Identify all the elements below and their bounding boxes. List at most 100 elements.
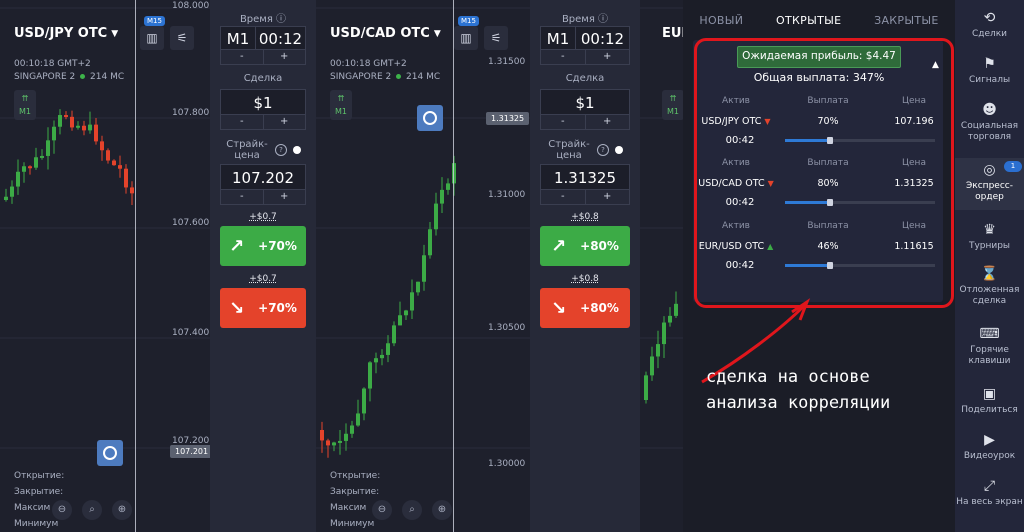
help-icon[interactable]: ? <box>275 144 287 156</box>
chart-usdjpy[interactable]: USD/JPY OTC ▼ ▥ ⚟ M15 00:10:18 GMT+2 SING… <box>0 0 210 532</box>
candle <box>368 362 372 389</box>
symbol-selector[interactable]: USD/CAD OTC ▼ <box>330 26 441 41</box>
trade-marker-icon[interactable] <box>417 105 443 131</box>
right-sidebar: ⟲ Сделки ⚑ Сигналы ☻ Социальная торговля ◎ Э… <box>955 0 1024 532</box>
orders-tabs: НОВЫЙ ОТКРЫТЫЕ ЗАКРЫТЫЕ <box>683 0 955 40</box>
search-icon[interactable]: ⌕ <box>402 500 422 520</box>
current-price-tag: 1.31325 <box>486 112 530 125</box>
trophy-icon: ♛ <box>983 222 996 238</box>
settings-sliders-icon[interactable]: ⚟ <box>484 26 508 50</box>
candle <box>94 124 98 142</box>
timeframe-button[interactable]: ⇈ M1 <box>662 90 683 120</box>
time-input[interactable]: M1 00:12 <box>540 26 630 50</box>
candle <box>40 155 44 158</box>
candle <box>28 166 32 169</box>
strike-minus-button[interactable]: - <box>541 190 586 204</box>
candle <box>106 150 110 161</box>
up-profit: +$0.8 <box>571 212 599 222</box>
amount-plus-button[interactable]: + <box>586 115 630 129</box>
settings-sliders-icon[interactable]: ⚟ <box>170 26 194 50</box>
candle <box>650 356 654 376</box>
server-name: SINGAPORE 2 <box>14 72 76 82</box>
candle <box>46 140 50 156</box>
ping: 214 MC <box>406 72 441 82</box>
chart-eurusd-candles <box>640 7 683 449</box>
sidebar-item-hotkeys[interactable]: ⌨ Горячие клавиши <box>955 326 1024 367</box>
y-tick: 108.000 <box>172 1 210 11</box>
arrow-down-right-icon: ↘ <box>551 297 567 319</box>
down-profit: +$0.7 <box>249 274 277 284</box>
zoom-in-icon[interactable]: ⊕ <box>432 500 452 520</box>
candle <box>58 115 62 127</box>
server-time: 00:10:18 GMT+2 <box>14 59 91 69</box>
amount-plus-button[interactable]: + <box>264 115 306 129</box>
help-icon[interactable]: ⓘ <box>276 14 286 25</box>
time-minus-button[interactable]: - <box>221 50 264 64</box>
symbol-selector[interactable]: USD/JPY OTC ▼ <box>14 26 118 41</box>
sell-down-button[interactable]: ↘ +80% <box>540 288 630 328</box>
history-icon: ⟲ <box>983 10 996 26</box>
sidebar-item-signals[interactable]: ⚑ Сигналы <box>955 56 1024 86</box>
time-plus-button[interactable]: + <box>264 50 306 64</box>
m15-badge: M15 <box>144 16 165 26</box>
sidebar-item-video[interactable]: ▶ Видеоурок <box>955 432 1024 462</box>
help-icon[interactable]: ⓘ <box>598 14 608 25</box>
y-tick: 1.30000 <box>488 459 526 469</box>
candle <box>22 166 26 172</box>
candle <box>82 125 86 131</box>
candle <box>422 255 426 282</box>
sidebar-item-tournaments[interactable]: ♛ Турниры <box>955 222 1024 252</box>
timeframe-button[interactable]: ⇈ M1 <box>14 90 36 120</box>
strike-plus-button[interactable]: + <box>586 190 630 204</box>
candle <box>350 425 354 434</box>
tab-closed[interactable]: ЗАКРЫТЫЕ <box>874 14 939 27</box>
arrow-up-right-icon: ↗ <box>551 235 567 257</box>
strike-minus-button[interactable]: - <box>221 190 264 204</box>
chart-type-icon[interactable]: ▥ <box>454 26 478 50</box>
candle <box>662 322 666 345</box>
zoom-controls: ⊖ ⌕ ⊕ <box>52 500 132 520</box>
time-minus-button[interactable]: - <box>541 50 586 64</box>
sidebar-item-deals[interactable]: ⟲ Сделки <box>955 10 1024 40</box>
chart-usdcad[interactable]: USD/CAD OTC ▼ ▥ ⚟ M15 00:10:18 GMT+2 SING… <box>316 0 530 532</box>
amount-minus-button[interactable]: - <box>221 115 264 129</box>
sidebar-item-social[interactable]: ☻ Социальная торговля <box>955 102 1024 143</box>
strike-plus-button[interactable]: + <box>264 190 306 204</box>
tab-open[interactable]: ОТКРЫТЫЕ <box>776 14 841 27</box>
deal-amount-input[interactable]: $1 <box>220 89 306 115</box>
time-plus-button[interactable]: + <box>586 50 630 64</box>
sidebar-item-pending[interactable]: ⌛ Отложенная сделка <box>955 266 1024 307</box>
candle <box>52 126 56 141</box>
strike-row: Страйк-цена? <box>210 138 316 162</box>
sidebar-item-fullscreen[interactable]: ⤢ На весь экран <box>955 478 1024 508</box>
zoom-out-icon[interactable]: ⊖ <box>52 500 72 520</box>
amount-minus-button[interactable]: - <box>541 115 586 129</box>
up-profit: +$0.7 <box>249 212 277 222</box>
sell-down-button[interactable]: ↘ +70% <box>220 288 306 328</box>
time-input[interactable]: M1 00:12 <box>220 26 306 50</box>
zoom-in-icon[interactable]: ⊕ <box>112 500 132 520</box>
candle <box>668 315 672 323</box>
buy-up-button[interactable]: ↗ +70% <box>220 226 306 266</box>
candle <box>124 168 128 188</box>
candle <box>410 292 414 311</box>
y-tick: 107.800 <box>172 108 210 118</box>
strike-price-input[interactable]: 107.202 <box>220 164 306 190</box>
chart-type-icon[interactable]: ▥ <box>140 26 164 50</box>
chart-eurusd[interactable]: EUR ⇈M1 <box>640 0 683 532</box>
help-icon[interactable]: ? <box>597 144 609 156</box>
tab-new[interactable]: НОВЫЙ <box>699 14 743 27</box>
search-icon[interactable]: ⌕ <box>82 500 102 520</box>
symbol-selector[interactable]: EUR <box>662 26 683 41</box>
sidebar-item-share[interactable]: ▣ Поделиться <box>955 386 1024 416</box>
buy-up-button[interactable]: ↗ +80% <box>540 226 630 266</box>
candle <box>16 171 20 187</box>
strike-price-input[interactable]: 1.31325 <box>540 164 630 190</box>
zoom-out-icon[interactable]: ⊖ <box>372 500 392 520</box>
timeframe-button[interactable]: ⇈ M1 <box>330 90 352 120</box>
strike-toggle[interactable] <box>615 146 623 154</box>
trade-marker-icon[interactable] <box>97 440 123 466</box>
fullscreen-icon: ⤢ <box>983 478 996 494</box>
deal-amount-input[interactable]: $1 <box>540 89 630 115</box>
strike-toggle[interactable] <box>293 146 301 154</box>
